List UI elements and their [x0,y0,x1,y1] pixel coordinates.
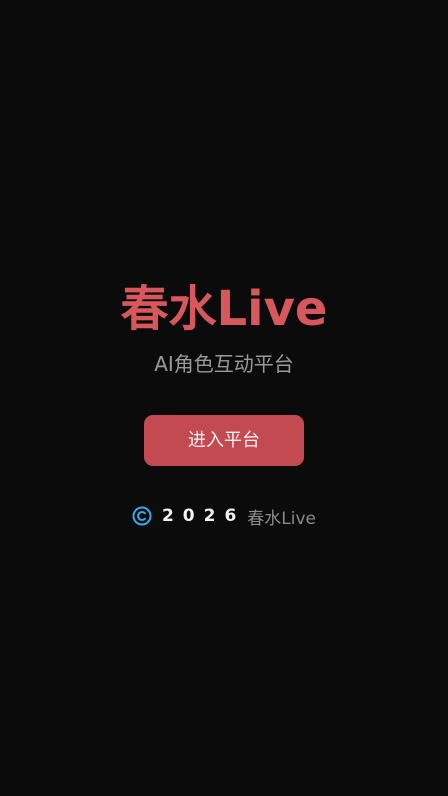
copyright-icon [132,506,152,526]
enter-platform-button[interactable]: 进入平台 [144,415,304,466]
copyright-year: 2026 [161,506,246,526]
footer-brand: 春水Live [247,508,317,529]
app-title: 春水Live [120,281,328,337]
splash-screen: 春水Live AI角色互动平台 进入平台 2026 春水Live [0,0,448,796]
app-subtitle: AI角色互动平台 [154,352,294,376]
footer: 2026 春水Live [0,503,448,529]
